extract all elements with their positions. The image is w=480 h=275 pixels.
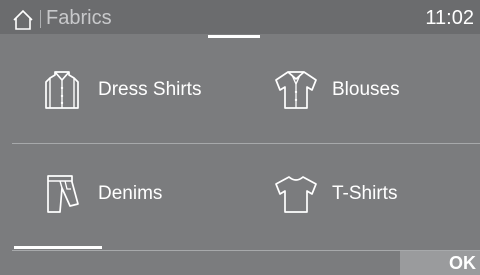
fabric-option-blouses[interactable]: Blouses: [272, 42, 480, 138]
fabric-label: Denims: [98, 183, 163, 204]
home-icon[interactable]: [12, 9, 34, 31]
title-separator: [40, 10, 41, 28]
fabric-option-t-shirts[interactable]: T-Shirts: [272, 146, 480, 242]
clock: 11:02: [425, 7, 474, 29]
fabric-label: T-Shirts: [332, 183, 398, 204]
fabric-option-denims[interactable]: Denims: [38, 146, 270, 242]
blouse-icon: [272, 66, 320, 114]
fabric-option-dress-shirts[interactable]: Dress Shirts: [38, 42, 270, 138]
scroll-indicator: [14, 246, 102, 249]
page-indicator: [208, 35, 260, 38]
fabric-label: Blouses: [332, 79, 400, 100]
t-shirt-icon: [272, 170, 320, 218]
status-bar: Fabrics 11:02: [0, 0, 480, 34]
ok-button[interactable]: OK: [400, 251, 480, 275]
fabric-row: Dress Shirts Blouses: [0, 42, 480, 138]
page-title: Fabrics: [46, 7, 112, 29]
fabric-row: Denims T-Shirts: [0, 146, 480, 242]
dress-shirt-icon: [38, 66, 86, 114]
fabric-label: Dress Shirts: [98, 79, 202, 100]
row-divider: [12, 143, 480, 144]
denim-icon: [38, 170, 86, 218]
